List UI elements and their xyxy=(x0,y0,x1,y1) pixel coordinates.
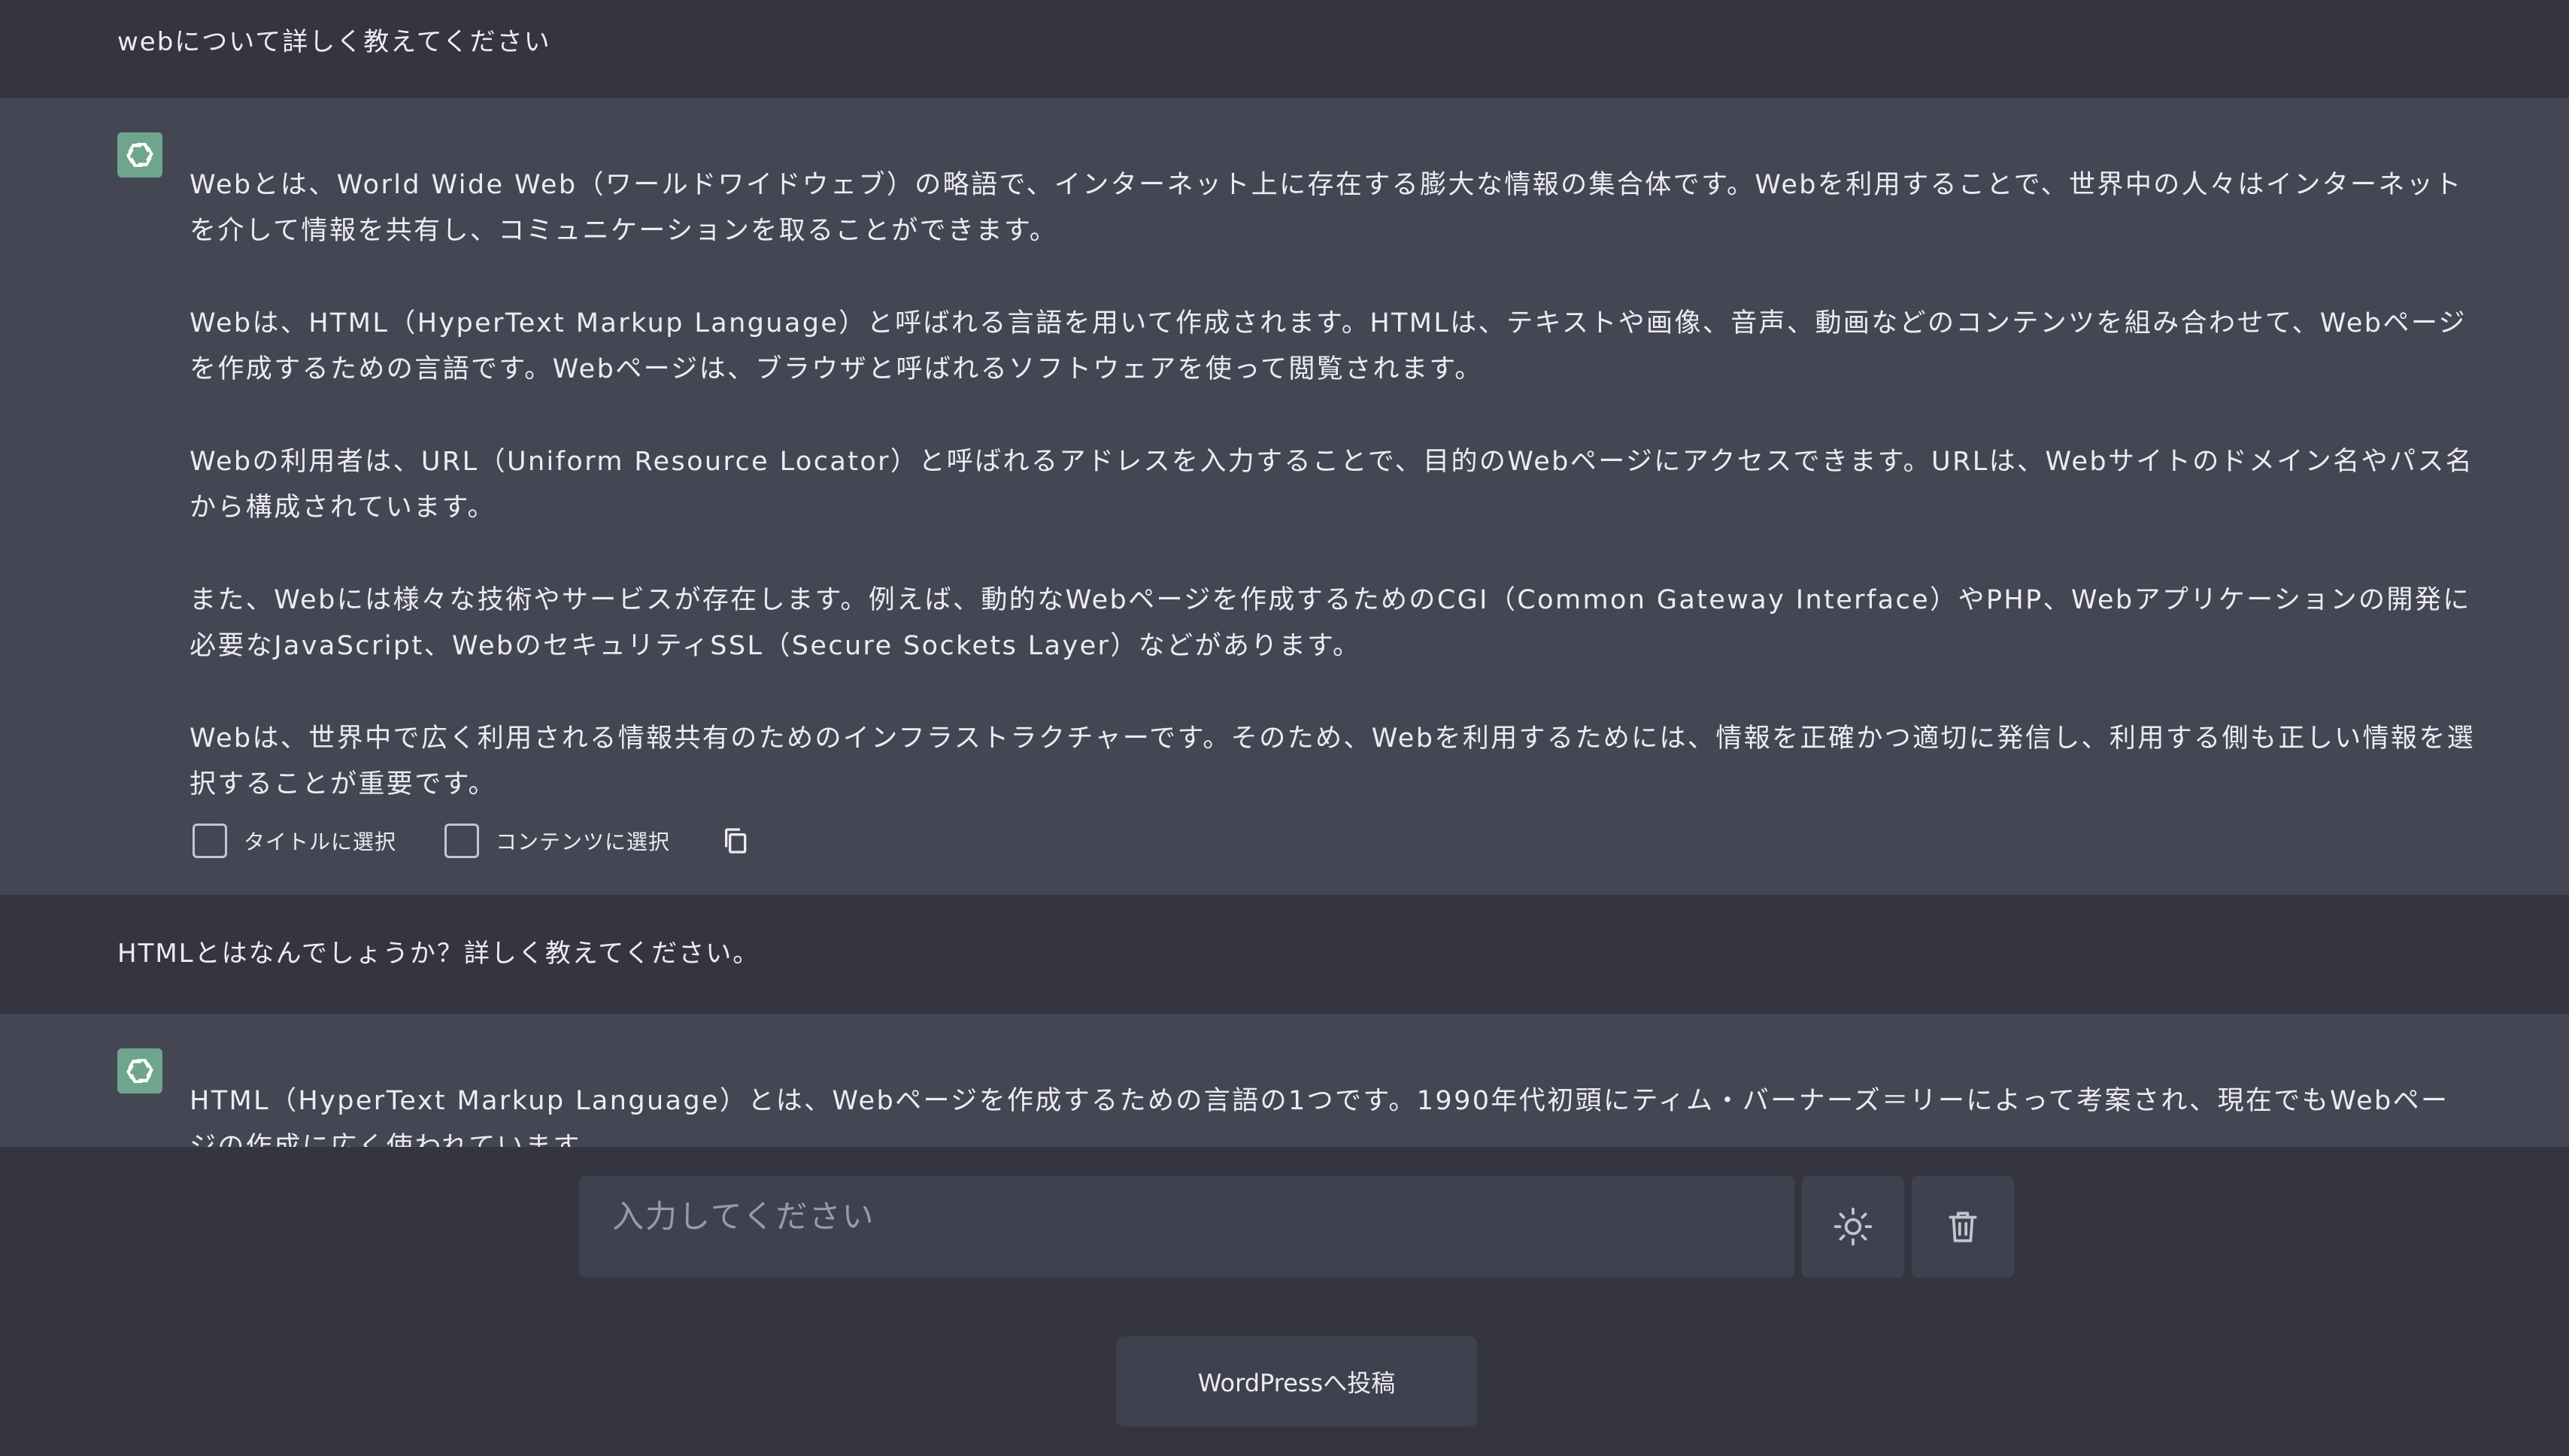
assistant-paragraph: Webとは、World Wide Web（ワールドワイドウェブ）の略語で、インタ… xyxy=(190,170,2463,246)
user-message: webについて詳しく教えてください xyxy=(0,0,2569,98)
assistant-message-body: HTML（HyperText Markup Language）とは、Webページ… xyxy=(190,1078,2476,1147)
select-title-option[interactable]: タイトルに選択 xyxy=(193,824,396,858)
composer-area: WordPressへ投稿 xyxy=(0,1147,2569,1456)
select-content-checkbox[interactable] xyxy=(444,824,480,858)
message-actions: タイトルに選択 コンテンツに選択 xyxy=(193,821,754,860)
theme-toggle-button[interactable] xyxy=(1802,1175,1904,1278)
message-input[interactable] xyxy=(579,1175,1794,1278)
select-title-label: タイトルに選択 xyxy=(244,830,397,854)
assistant-paragraph: また、Webには様々な技術やサービスが存在します。例えば、動的なWebページを作… xyxy=(190,585,2471,661)
assistant-paragraph: Webは、世界中で広く利用される情報共有のためのインフラストラクチャーです。その… xyxy=(190,723,2476,799)
assistant-avatar xyxy=(117,132,162,177)
post-to-wordpress-button[interactable]: WordPressへ投稿 xyxy=(1116,1336,1477,1427)
assistant-message: Webとは、World Wide Web（ワールドワイドウェブ）の略語で、インタ… xyxy=(0,98,2569,895)
chat-thread: webについて詳しく教えてください Webとは、World Wide Web（ワ… xyxy=(0,0,2569,1147)
user-message-text: webについて詳しく教えてください xyxy=(117,27,551,57)
select-content-option[interactable]: コンテンツに選択 xyxy=(444,824,670,858)
openai-logo-icon xyxy=(126,143,153,167)
openai-logo-icon xyxy=(126,1059,153,1083)
assistant-avatar xyxy=(117,1048,162,1094)
assistant-paragraph: Webは、HTML（HyperText Markup Language）と呼ばれ… xyxy=(190,308,2467,384)
assistant-paragraph: HTML（HyperText Markup Language）とは、Webページ… xyxy=(190,1086,2449,1147)
copy-button[interactable] xyxy=(718,823,754,859)
copy-icon xyxy=(725,828,747,854)
assistant-paragraph: Webの利用者は、URL（Uniform Resource Locator）と呼… xyxy=(190,447,2474,523)
trash-icon xyxy=(1949,1212,1977,1242)
assistant-message-body: Webとは、World Wide Web（ワールドワイドウェブ）の略語で、インタ… xyxy=(190,162,2476,808)
select-title-checkbox[interactable] xyxy=(193,824,227,858)
select-content-label: コンテンツに選択 xyxy=(496,830,671,854)
sun-icon xyxy=(1833,1207,1873,1246)
user-message: HTMLとはなんでしょうか？詳しく教えてください。 xyxy=(0,895,2569,1014)
user-message-text: HTMLとはなんでしょうか？詳しく教えてください。 xyxy=(117,939,760,969)
assistant-message: HTML（HyperText Markup Language）とは、Webページ… xyxy=(0,1014,2569,1147)
clear-chat-button[interactable] xyxy=(1912,1175,2014,1278)
